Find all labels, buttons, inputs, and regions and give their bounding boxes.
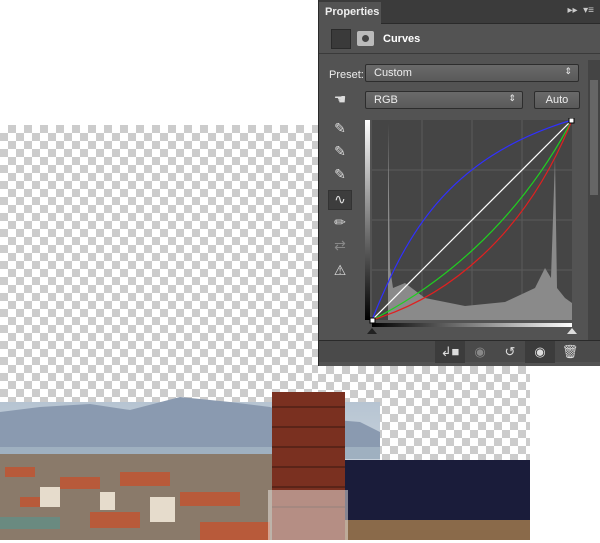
preset-value: Custom [374,67,412,79]
black-eyedropper-icon[interactable]: ✎ [329,120,351,140]
photo-layer [0,392,530,540]
double-arrow-icon[interactable]: ▸▸ [568,5,578,16]
preset-label: Preset: [329,69,364,81]
view-previous-state-icon[interactable]: ◉ [465,341,495,363]
reset-icon[interactable]: ↺ [495,341,525,363]
visibility-eye-icon[interactable]: ◉ [525,341,555,363]
channel-select[interactable]: RGB ⇕ [365,91,523,109]
curves-icon[interactable] [331,29,351,49]
tab-properties[interactable]: Properties [319,2,381,24]
curves-graph[interactable] [365,118,583,336]
white-point-handle [568,118,575,124]
curve-edit-icon[interactable]: ∿ [328,190,352,210]
gray-eyedropper-icon[interactable]: ✎ [329,143,351,163]
transparent-canvas [0,125,318,415]
scrollbar[interactable] [588,60,600,340]
panel-title: Curves [383,33,421,45]
pencil-icon[interactable]: ✏ [329,214,351,234]
white-eyedropper-icon[interactable]: ✎ [329,166,351,186]
properties-panel: Properties ▸▸ ▾≡ Curves Preset: Custom ⇕ … [318,0,600,366]
target-adjust-hand-icon[interactable]: ☚ [329,91,351,111]
updown-icon: ⇕ [564,66,572,76]
panel-tabbar: Properties ▸▸ ▾≡ [319,0,600,24]
panel-menu-icon[interactable]: ▾≡ [583,5,594,16]
scrollbar-thumb[interactable] [590,80,598,195]
bottom-toolbar: ↲■ ◉ ↺ ◉ 🗑 [319,340,600,363]
mask-icon[interactable] [357,31,374,46]
clipping-warning-icon[interactable]: ⚠ [329,262,351,282]
trash-icon[interactable]: 🗑 [555,341,585,363]
updown-icon: ⇕ [508,93,516,103]
channel-value: RGB [374,94,398,106]
black-point-handle [369,317,376,324]
white-slider [567,328,577,334]
auto-button[interactable]: Auto [534,91,580,109]
preset-select[interactable]: Custom ⇕ [365,64,579,82]
clip-to-layer-icon[interactable]: ↲■ [435,341,465,363]
smooth-icon[interactable]: ⇄ [329,237,351,257]
black-slider [367,328,377,334]
